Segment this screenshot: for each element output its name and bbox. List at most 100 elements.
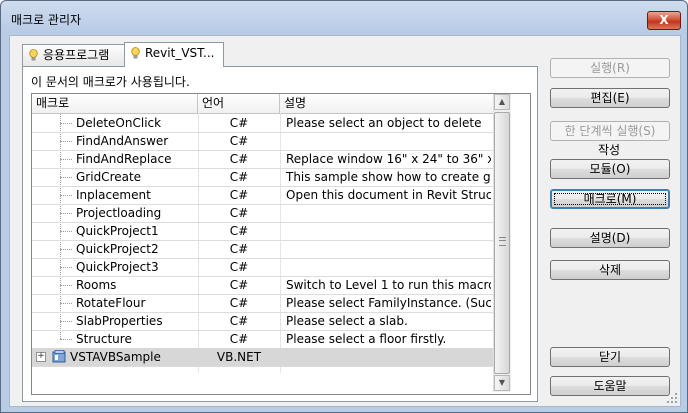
module-icon [52, 350, 66, 363]
language-cell: C# [229, 116, 249, 130]
tree-branch-line [60, 249, 72, 250]
help-button[interactable]: 도움말 [550, 376, 670, 396]
table-row[interactable]: Inplacement C# Open this document in Revit… [32, 186, 493, 205]
macro-name-cell: QuickProject3 [76, 260, 159, 274]
column-header-macro[interactable]: 매크로 [32, 94, 198, 113]
tree-branch-line [60, 159, 72, 160]
column-header-description[interactable]: 설명 [280, 94, 493, 113]
tab-revit-vst[interactable]: Revit_VST... [124, 42, 224, 67]
language-cell: VB.NET [216, 350, 262, 364]
expand-plus-icon[interactable]: + [36, 352, 46, 362]
module-row[interactable]: + VSTAVBSample VB.NET [32, 348, 493, 367]
macro-button[interactable]: 매크로(M) [550, 189, 670, 209]
tab-panel: 이 문서의 매크로가 사용됩니다. 매크로 언어 설명 DeleteOnClic… [22, 66, 538, 402]
description-cell [283, 240, 491, 258]
description-cell [283, 222, 491, 240]
close-window-button[interactable]: X [647, 11, 681, 30]
tree-branch-line [60, 195, 72, 196]
description-cell [283, 348, 491, 366]
column-header-language[interactable]: 언어 [198, 94, 280, 113]
language-cell: C# [229, 152, 249, 166]
tab-label: Revit_VST... [145, 46, 215, 60]
create-group-label: 작성 [598, 143, 621, 157]
table-row[interactable]: RotateFlour C# Please select FamilyInstanc… [32, 294, 493, 313]
scroll-up-arrow-icon[interactable]: ▲ [494, 94, 510, 110]
macro-manager-window: 매크로 관리자 X 응용프로그램 Revit_VST... 이 문서의 매크로가… [0, 0, 688, 413]
description-cell [283, 204, 491, 222]
macro-name-cell: DeleteOnClick [76, 116, 162, 130]
description-cell: Switch to Level 1 to run this macro... [286, 278, 491, 292]
language-cell: C# [229, 242, 249, 256]
edit-button[interactable]: 편집(E) [550, 88, 670, 108]
resize-grip-icon[interactable] [666, 392, 678, 404]
tree-branch-line [60, 123, 72, 124]
vertical-scrollbar[interactable]: ▲ ▼ [493, 94, 511, 392]
delete-button[interactable]: 삭제 [550, 260, 670, 280]
macro-name-cell: QuickProject2 [76, 242, 159, 256]
focus-rectangle [554, 193, 666, 205]
macro-name-cell: VSTAVBSample [70, 350, 161, 364]
macro-name-cell: FindAndReplace [76, 152, 172, 166]
macro-name-cell: Inplacement [76, 188, 151, 202]
tab-applications[interactable]: 응용프로그램 [22, 44, 126, 66]
module-button[interactable]: 모듈(O) [550, 159, 670, 179]
language-cell: C# [229, 134, 249, 148]
language-cell: C# [229, 170, 249, 184]
lightbulb-icon [29, 49, 38, 61]
table-row[interactable]: FindAndReplace C# Replace window 16" x 24"… [32, 150, 493, 169]
table-row[interactable]: QuickProject1 C# [32, 222, 493, 241]
table-row[interactable]: Projectloading C# [32, 204, 493, 223]
scroll-down-arrow-icon[interactable]: ▼ [494, 375, 510, 391]
macro-name-cell: GridCreate [76, 170, 142, 184]
description-cell: Please select an object to delete [286, 116, 482, 130]
language-cell: C# [229, 314, 249, 328]
description-cell [283, 132, 491, 150]
tree-branch-line [60, 339, 72, 340]
macro-name-cell: SlabProperties [76, 314, 163, 328]
title-bar[interactable]: 매크로 관리자 X [1, 1, 687, 35]
table-row[interactable]: DeleteOnClick C# Please select an object t… [32, 114, 493, 133]
description-button[interactable]: 설명(D) [550, 228, 670, 248]
window-title: 매크로 관리자 [11, 13, 82, 27]
tree-branch-line [60, 231, 72, 232]
macro-list[interactable]: 매크로 언어 설명 DeleteOnClick C# Please select a… [31, 93, 531, 395]
tree-branch-line [60, 321, 72, 322]
scroll-thumb[interactable] [494, 112, 510, 374]
list-header: 매크로 언어 설명 [32, 94, 493, 114]
step-run-button[interactable]: 한 단계씩 실행(S) [550, 121, 670, 141]
table-row[interactable]: SlabProperties C# Please select a slab. [32, 312, 493, 331]
language-cell: C# [229, 296, 249, 310]
description-cell [283, 258, 491, 276]
table-row[interactable]: QuickProject2 C# [32, 240, 493, 259]
tree-branch-line [60, 267, 72, 268]
description-cell: Open this document in Revit Struct... [286, 188, 491, 202]
tree-branch-line [60, 213, 72, 214]
language-cell: C# [229, 188, 249, 202]
description-cell: Replace window 16" x 24" to 36" x... [286, 152, 491, 166]
description-cell: Please select a floor firstly. [286, 332, 447, 346]
macro-name-cell: QuickProject1 [76, 224, 159, 238]
close-button[interactable]: 닫기 [550, 347, 670, 367]
language-cell: C# [229, 206, 249, 220]
description-cell: This sample show how to create gri... [286, 170, 491, 184]
table-row[interactable]: GridCreate C# This sample show how to crea… [32, 168, 493, 187]
lightbulb-icon [131, 47, 140, 59]
table-row[interactable]: FindAndAnswer C# [32, 132, 493, 151]
macro-name-cell: Projectloading [76, 206, 162, 220]
macro-name-cell: Rooms [76, 278, 117, 292]
language-cell: C# [229, 278, 249, 292]
tab-label: 응용프로그램 [43, 48, 110, 62]
macro-name-cell: Structure [76, 332, 132, 346]
macro-name-cell: RotateFlour [76, 296, 146, 310]
tree-branch-line [60, 285, 72, 286]
tree-branch-line [60, 177, 72, 178]
language-cell: C# [229, 332, 249, 346]
table-row[interactable]: QuickProject3 C# [32, 258, 493, 277]
description-cell: Please select FamilyInstance. (Such... [286, 296, 491, 310]
table-row[interactable]: Rooms C# Switch to Level 1 to run this mac… [32, 276, 493, 295]
panel-message: 이 문서의 매크로가 사용됩니다. [31, 75, 190, 89]
description-cell: Please select a slab. [286, 314, 408, 328]
table-row[interactable]: Structure C# Please select a floor firstly… [32, 330, 493, 349]
scroll-grip-icon [499, 237, 506, 246]
run-button[interactable]: 실행(R) [550, 58, 670, 78]
